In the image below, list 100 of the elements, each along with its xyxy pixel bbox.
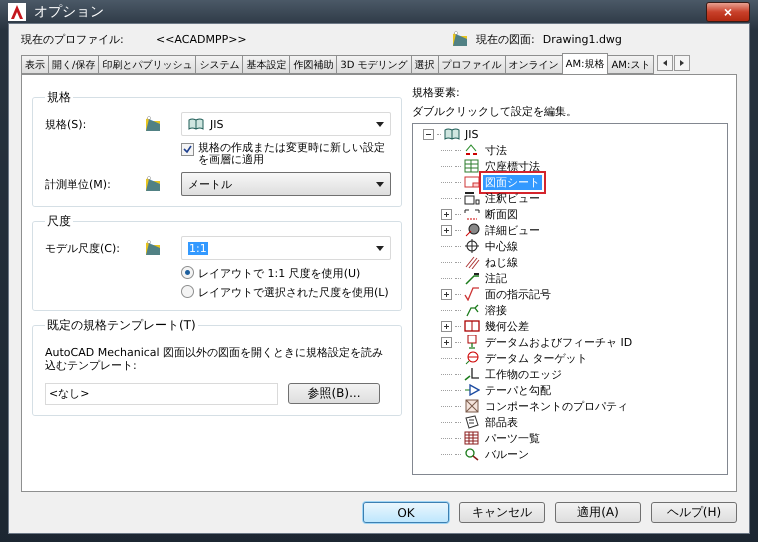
- tab[interactable]: 選択: [410, 55, 439, 74]
- scroll-right-button[interactable]: [674, 55, 690, 71]
- caret-icon: [376, 246, 384, 251]
- tree-item[interactable]: 中心線: [483, 238, 520, 254]
- tab[interactable]: 開く/保存: [48, 55, 100, 74]
- collapse-icon[interactable]: [423, 128, 434, 140]
- folder-icon: [452, 31, 468, 47]
- standard-dropdown[interactable]: JIS: [181, 112, 391, 136]
- tree-item[interactable]: 詳細ビュー: [483, 222, 542, 238]
- folder-icon: [145, 240, 161, 256]
- caret-icon: [376, 182, 384, 187]
- expand-icon[interactable]: [441, 320, 452, 332]
- tab[interactable]: AM:スト: [607, 55, 654, 74]
- radio-button[interactable]: [181, 266, 194, 280]
- tree-item[interactable]: 溶接: [483, 302, 509, 318]
- book-icon: [188, 117, 204, 131]
- dropdown-value: メートル: [188, 176, 232, 192]
- tree-item[interactable]: パーツ一覧: [483, 430, 542, 446]
- detail-icon: [464, 223, 480, 237]
- tree-item[interactable]: バルーン: [483, 446, 531, 462]
- dialog-button[interactable]: キャンセル: [459, 502, 545, 523]
- field-label: 計測単位(M):: [45, 176, 112, 192]
- crosshair-icon: [464, 239, 480, 253]
- field-label: 規格(S):: [45, 116, 88, 132]
- book-icon: [444, 127, 460, 141]
- elements-hint: ダブルクリックして設定を編集。: [412, 104, 578, 119]
- profile-name: <<ACADMPP>>: [156, 32, 247, 46]
- tree-item[interactable]: JIS: [463, 128, 480, 140]
- checkbox[interactable]: [181, 143, 194, 156]
- view-icon: [464, 191, 480, 205]
- tree-item[interactable]: 穴座標寸法: [483, 158, 542, 174]
- frame-icon: [464, 319, 480, 333]
- check-symbol-icon: [464, 287, 480, 301]
- tab[interactable]: システム: [195, 55, 244, 74]
- magnifier-icon: [464, 447, 480, 461]
- grid-icon: [464, 431, 480, 445]
- dropdown-value: JIS: [210, 118, 224, 130]
- tab[interactable]: 3D モデリング: [336, 55, 412, 74]
- tree-item[interactable]: 断面図: [483, 206, 520, 222]
- tab[interactable]: 印刷とパブリッシュ: [98, 55, 196, 74]
- radio-label: レイアウトで 1:1 尺度を使用(U): [198, 266, 360, 282]
- template-description: AutoCAD Mechanical 図面以外の図面を開くときに規格設定を読み込むテンプレート:: [45, 345, 384, 373]
- dimension-icon: [464, 143, 480, 157]
- tab[interactable]: 基本設定: [242, 55, 290, 74]
- drawing-label: 現在の図面:: [476, 32, 535, 46]
- caret-icon: [376, 122, 384, 126]
- tab[interactable]: オンライン: [504, 55, 563, 74]
- scroll-left-button[interactable]: [657, 55, 674, 71]
- section-icon: [464, 207, 480, 221]
- folder-icon: [145, 176, 161, 192]
- tab[interactable]: 表示: [21, 55, 49, 74]
- drawing-name: Drawing1.dwg: [542, 32, 622, 46]
- tree-item[interactable]: 部品表: [483, 414, 520, 430]
- tab[interactable]: AM:規格: [562, 53, 608, 74]
- table-icon: [464, 159, 480, 173]
- group-title: 規格: [46, 89, 72, 106]
- expand-icon[interactable]: [441, 336, 452, 348]
- tree-item[interactable]: データムおよびフィーチャ ID: [483, 334, 634, 350]
- expand-icon[interactable]: [441, 224, 452, 236]
- expand-icon[interactable]: [441, 208, 452, 220]
- tree-item[interactable]: ねじ線: [483, 254, 520, 270]
- dialog-button[interactable]: 適用(A): [555, 502, 641, 523]
- hatch-icon: [464, 255, 480, 269]
- tree-item[interactable]: 面の指示記号: [483, 286, 553, 302]
- tree-item[interactable]: テーパと勾配: [483, 382, 553, 398]
- field-label: モデル尺度(C):: [45, 240, 121, 256]
- tree-item[interactable]: 工作物のエッジ: [483, 366, 564, 382]
- folder-icon: [145, 116, 161, 132]
- tree-item[interactable]: コンポーネントのプロパティ: [483, 398, 630, 414]
- browse-button[interactable]: 参照(B)...: [288, 383, 380, 404]
- tree-item[interactable]: データム ターゲット: [483, 350, 590, 366]
- group-title: 既定の規格テンプレート(T): [46, 317, 197, 334]
- crossed-box-icon: [464, 399, 480, 413]
- unit-dropdown[interactable]: メートル: [181, 172, 391, 196]
- radio-button[interactable]: [181, 285, 194, 298]
- target-icon: [464, 351, 480, 365]
- close-button[interactable]: ×: [706, 2, 750, 22]
- dropdown-value: 1:1: [188, 242, 208, 255]
- template-field[interactable]: <なし>: [45, 382, 278, 405]
- tree-item[interactable]: 幾何公差: [483, 318, 531, 334]
- elements-title: 規格要素:: [412, 85, 461, 100]
- tab[interactable]: 作図補助: [289, 55, 338, 74]
- tree-item[interactable]: 注記: [483, 270, 509, 286]
- group-title: 尺度: [46, 213, 72, 230]
- dialog-button[interactable]: OK: [363, 502, 449, 523]
- window-title: オプション: [34, 2, 104, 20]
- right-arrow-icon: [680, 60, 684, 66]
- leader-icon: [464, 271, 480, 285]
- profile-label: 現在のプロファイル:: [21, 32, 125, 46]
- app-logo-icon: [8, 2, 26, 20]
- dialog-button[interactable]: ヘルプ(H): [651, 502, 737, 523]
- left-arrow-icon: [663, 60, 668, 66]
- tree-item[interactable]: 注釈ビュー: [483, 190, 542, 206]
- edge-icon: [464, 367, 480, 381]
- sheet-icon: [464, 175, 480, 189]
- tree-item[interactable]: 寸法: [483, 142, 509, 158]
- tab[interactable]: プロファイル: [438, 55, 506, 74]
- list-icon: [464, 415, 480, 429]
- weld-icon: [464, 303, 480, 317]
- expand-icon[interactable]: [441, 288, 452, 300]
